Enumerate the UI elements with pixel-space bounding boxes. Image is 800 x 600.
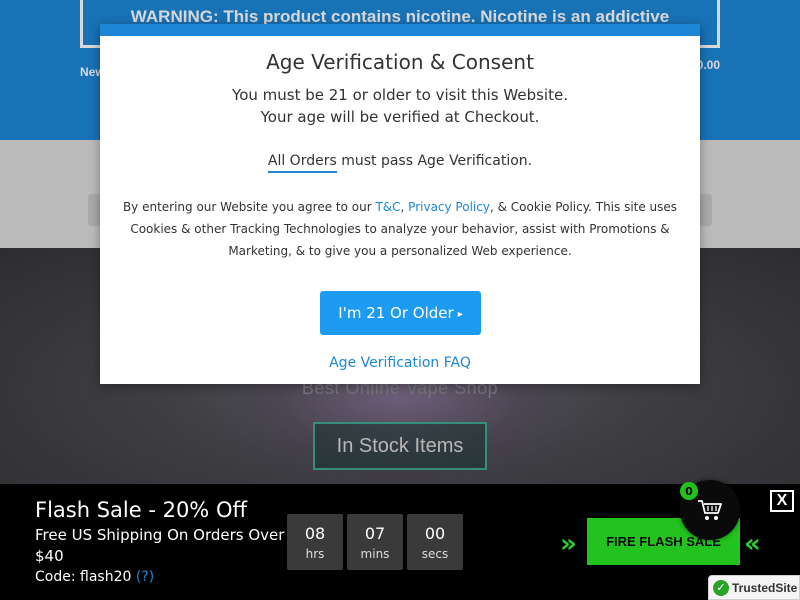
all-orders-link[interactable]: All Orders — [267, 153, 337, 173]
flash-sale-code: Code: flash20 (?) — [35, 569, 154, 585]
countdown-minutes-label: mins — [360, 547, 390, 561]
age-verification-faq-link[interactable]: Age Verification FAQ — [100, 355, 700, 371]
terms-link[interactable]: T&C — [375, 200, 400, 214]
countdown-minutes: 07 mins — [347, 514, 403, 570]
countdown-minutes-value: 07 — [364, 524, 386, 543]
orders-verification-rest: must pass Age Verification. — [336, 153, 533, 169]
countdown-seconds-label: secs — [421, 547, 449, 561]
countdown-hours: 08 hrs — [287, 514, 343, 570]
close-flash-sale-button[interactable]: X — [770, 490, 794, 512]
age-confirm-button[interactable]: I'm 21 Or Older ▸ — [320, 291, 481, 335]
age-confirm-label: I'm 21 Or Older — [338, 304, 454, 322]
promo-code-text: Code: flash20 — [35, 569, 132, 585]
countdown-seconds-value: 00 — [424, 524, 446, 543]
countdown-hours-label: hrs — [305, 547, 325, 561]
caret-right-icon: ▸ — [457, 309, 463, 320]
double-chevron-right-icon: » — [560, 529, 577, 559]
modal-title: Age Verification & Consent — [266, 50, 534, 74]
countdown-seconds: 00 secs — [407, 514, 463, 570]
countdown-hours-value: 08 — [304, 524, 326, 543]
flash-sale-description: Free US Shipping On Orders Over $40 — [35, 526, 285, 565]
consent-text: By entering our Website you agree to our… — [120, 196, 680, 262]
privacy-policy-link[interactable]: Privacy Policy — [408, 200, 490, 214]
cart-count-badge: 0 — [680, 482, 698, 500]
age-requirement-text: You must be 21 or older to visit this We… — [232, 86, 568, 104]
check-icon: ✓ — [713, 579, 729, 596]
age-verification-modal: Age Verification & Consent You must be 2… — [100, 24, 700, 384]
trustedsite-label: TrustedSite — [732, 580, 798, 595]
orders-verification-text: All Orders must pass Age Verification. — [100, 153, 700, 173]
cart-icon — [698, 500, 722, 520]
checkout-verification-text: Your age will be verified at Checkout. — [260, 108, 540, 126]
flash-sale-title: Flash Sale - 20% Off — [35, 498, 247, 522]
consent-intro: By entering our Website you agree to our — [122, 200, 376, 214]
promo-help-link[interactable]: (?) — [136, 569, 154, 585]
trustedsite-badge[interactable]: ✓ TrustedSite — [708, 575, 800, 600]
double-chevron-left-icon: « — [744, 529, 761, 559]
